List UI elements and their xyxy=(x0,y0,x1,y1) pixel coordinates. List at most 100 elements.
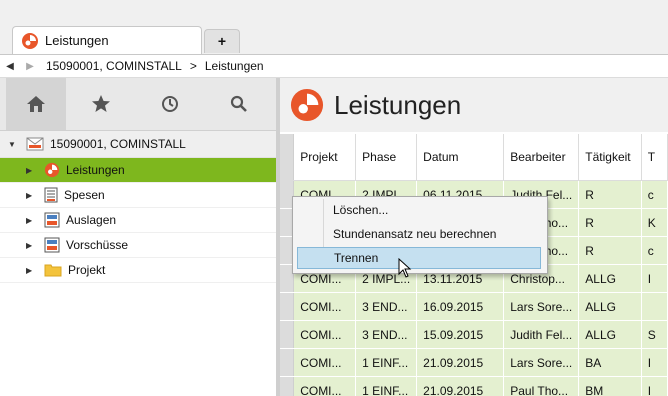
tab-leistungen[interactable]: Leistungen xyxy=(12,26,202,54)
table-cell[interactable]: 1 EINF... xyxy=(355,376,418,396)
tab-bar: Leistungen + xyxy=(0,0,668,54)
expand-arrow-icon[interactable]: ▶ xyxy=(26,216,38,225)
row-header[interactable] xyxy=(280,348,295,377)
column-header-phase[interactable]: Phase xyxy=(355,134,418,181)
breadcrumb-separator: > xyxy=(189,59,197,73)
home-button[interactable] xyxy=(6,78,66,130)
table-header-row: Projekt Phase Datum Bearbeiter Tätigkeit… xyxy=(280,134,668,181)
table-cell[interactable]: c xyxy=(641,236,668,265)
search-button[interactable] xyxy=(204,78,273,130)
column-header-bearbeiter[interactable]: Bearbeiter xyxy=(503,134,580,181)
home-icon xyxy=(27,96,45,112)
tab-label: Leistungen xyxy=(45,33,109,48)
column-header-t[interactable]: T xyxy=(641,134,668,181)
table-cell[interactable]: ALLG xyxy=(578,320,642,349)
sidebar-item-leistungen[interactable]: ▶ Leistungen xyxy=(0,158,276,183)
search-icon xyxy=(230,95,247,112)
menu-item-stundenansatz-neu-berechnen[interactable]: Stundenansatz neu berechnen xyxy=(297,223,541,245)
leistungen-logo-icon xyxy=(22,32,38,49)
table-cell[interactable]: 16.09.2015 xyxy=(416,292,505,321)
table-cell[interactable]: ALLG xyxy=(578,292,642,321)
sidebar-item-spesen[interactable]: ▶ Spesen xyxy=(0,183,276,208)
project-folder-icon xyxy=(26,137,44,151)
table-cell[interactable]: 3 END... xyxy=(355,320,418,349)
mouse-cursor-icon xyxy=(398,258,412,278)
history-button[interactable] xyxy=(135,78,204,130)
table-cell[interactable]: 21.09.2015 xyxy=(416,376,505,396)
table-cell[interactable]: COMI... xyxy=(293,292,357,321)
sidebar-item-label: Leistungen xyxy=(66,163,125,177)
expand-arrow-icon[interactable]: ▶ xyxy=(26,166,38,175)
menu-item-loeschen[interactable]: Löschen... xyxy=(297,199,541,221)
table-cell[interactable]: BA xyxy=(578,348,642,377)
advance-payment-icon xyxy=(44,237,60,253)
table-cell[interactable]: Paul Tho... xyxy=(503,376,580,396)
tree-root-project[interactable]: ▼ 15090001, COMINSTALL xyxy=(0,131,276,158)
breadcrumb: ◀ ▶ 15090001, COMINSTALL > Leistungen xyxy=(0,54,668,78)
table-cell[interactable]: COMI... xyxy=(293,320,357,349)
expenses-icon xyxy=(44,212,60,228)
row-header[interactable] xyxy=(280,320,295,349)
table-cell[interactable]: BM xyxy=(578,376,642,396)
table-cell[interactable]: COMI... xyxy=(293,376,357,396)
table-cell[interactable]: 3 END... xyxy=(355,292,418,321)
sidebar-item-projekt[interactable]: ▶ Projekt xyxy=(0,258,276,283)
expand-arrow-icon[interactable]: ▶ xyxy=(26,191,38,200)
table-cell[interactable]: Lars Sore... xyxy=(503,348,580,377)
table-cell[interactable]: 15.09.2015 xyxy=(416,320,505,349)
table-cell[interactable]: R xyxy=(578,208,642,237)
star-icon xyxy=(91,95,110,112)
breadcrumb-item-leistungen[interactable]: Leistungen xyxy=(205,59,264,73)
table-cell[interactable]: c xyxy=(641,180,668,209)
table-cell[interactable]: COMI... xyxy=(293,348,357,377)
receipt-icon xyxy=(44,187,58,203)
table-cell[interactable]: Judith Fel... xyxy=(503,320,580,349)
main-header: Leistungen xyxy=(280,78,668,132)
table-cell[interactable]: I xyxy=(641,264,668,293)
breadcrumb-item-project[interactable]: 15090001, COMINSTALL xyxy=(46,59,182,73)
table-cell[interactable]: 21.09.2015 xyxy=(416,348,505,377)
context-menu: Löschen... Stundenansatz neu berechnen T… xyxy=(292,196,548,274)
forward-arrow-icon[interactable]: ▶ xyxy=(20,61,40,72)
new-tab-button[interactable]: + xyxy=(204,29,240,53)
page-title: Leistungen xyxy=(334,89,462,120)
table-cell[interactable]: 1 EINF... xyxy=(355,348,418,377)
column-header-datum[interactable]: Datum xyxy=(416,134,505,181)
sidebar-item-label: Projekt xyxy=(68,263,106,277)
table-cell[interactable]: ALLG xyxy=(578,264,642,293)
collapse-arrow-icon[interactable]: ▼ xyxy=(8,140,20,149)
table-row[interactable]: COMI... 1 EINF... 21.09.2015 Paul Tho... BM I xyxy=(280,376,668,396)
table-cell[interactable]: Lars Sore... xyxy=(503,292,580,321)
tree-root-label: 15090001, COMINSTALL xyxy=(50,137,186,151)
table-row[interactable]: COMI... 3 END... 16.09.2015 Lars Sore... ALL… xyxy=(280,292,668,321)
column-header-taetigkeit[interactable]: Tätigkeit xyxy=(578,134,642,181)
folder-icon xyxy=(44,264,62,277)
row-header[interactable] xyxy=(280,376,295,396)
table-cell[interactable]: S xyxy=(641,320,668,349)
table-row[interactable]: COMI... 3 END... 15.09.2015 Judith Fel... AL… xyxy=(280,320,668,349)
leistungen-logo-icon xyxy=(290,88,324,122)
column-header-projekt[interactable]: Projekt xyxy=(293,134,357,181)
expand-arrow-icon[interactable]: ▶ xyxy=(26,266,38,275)
table-row[interactable]: COMI... 1 EINF... 21.09.2015 Lars Sore... BA… xyxy=(280,348,668,377)
sidebar-item-label: Auslagen xyxy=(66,213,117,227)
sidebar-item-label: Vorschüsse xyxy=(66,238,129,252)
clock-icon xyxy=(161,96,178,112)
table-cell[interactable]: I xyxy=(641,348,668,377)
row-header-corner xyxy=(280,134,295,181)
sidebar-toolbar xyxy=(0,78,276,131)
table-cell[interactable]: R xyxy=(578,236,642,265)
favorites-button[interactable] xyxy=(66,78,135,130)
table-cell[interactable]: I xyxy=(641,376,668,396)
expand-arrow-icon[interactable]: ▶ xyxy=(26,241,38,250)
table-cell[interactable]: R xyxy=(578,180,642,209)
leistungen-icon xyxy=(44,162,60,178)
menu-item-trennen[interactable]: Trennen xyxy=(297,247,541,269)
table-cell[interactable] xyxy=(641,292,668,321)
sidebar-item-vorschuesse[interactable]: ▶ Vorschüsse xyxy=(0,233,276,258)
table-cell[interactable]: K xyxy=(641,208,668,237)
sidebar-item-auslagen[interactable]: ▶ Auslagen xyxy=(0,208,276,233)
row-header[interactable] xyxy=(280,292,295,321)
sidebar: ▼ 15090001, COMINSTALL ▶ Leistungen ▶ Sp… xyxy=(0,78,276,396)
back-arrow-icon[interactable]: ◀ xyxy=(0,61,20,72)
